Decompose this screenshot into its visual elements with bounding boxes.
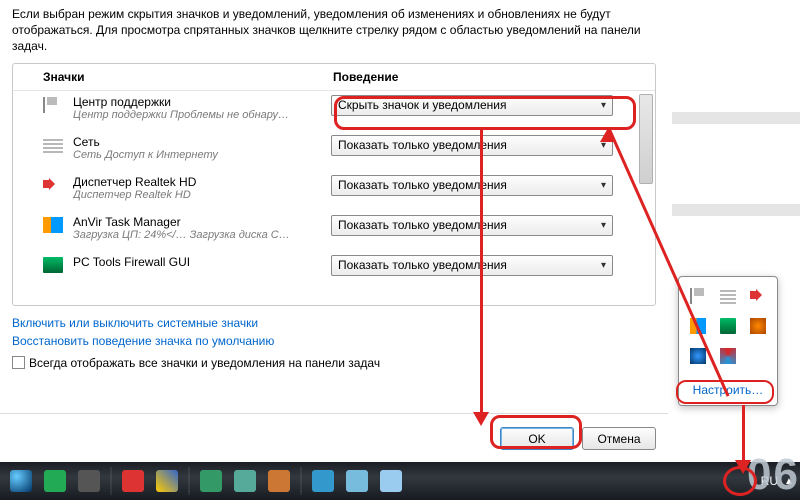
list-item: Сеть Сеть Доступ к Интернету Показать то… [13,131,655,171]
tray-anvir-icon[interactable] [690,318,706,334]
tray-icon[interactable] [750,318,766,334]
cancel-button[interactable]: Отмена [582,427,656,450]
always-show-label: Всегда отображать все значки и уведомлен… [29,356,380,370]
icons-list: Значки Поведение Центр поддержки Центр п… [12,63,656,306]
dropdown-value: Показать только уведомления [338,218,507,232]
always-show-checkbox[interactable] [12,356,25,369]
taskbar-icon[interactable] [122,470,144,492]
ok-label: OK [528,432,545,446]
intro-text: Если выбран режим скрытия значков и увед… [0,0,668,59]
taskbar-icon[interactable] [44,470,66,492]
taskbar-icon[interactable] [78,470,100,492]
taskbar-icon[interactable] [234,470,256,492]
tray-icon[interactable] [720,348,736,364]
toggle-system-icons-link[interactable]: Включить или выключить системные значки [12,316,258,330]
column-icons: Значки [43,70,333,84]
item-name: Центр поддержки [73,95,321,109]
item-name: AnVir Task Manager [73,215,321,229]
tray-volume-icon[interactable] [750,288,766,304]
taskbar: RU ▲ [0,462,800,500]
tray-icon[interactable] [690,348,706,364]
behavior-dropdown[interactable]: Показать только уведомления [331,255,613,276]
taskbar-separator [110,467,112,495]
scrollbar-thumb[interactable] [639,94,653,184]
restore-default-link[interactable]: Восстановить поведение значка по умолчан… [12,334,274,348]
behavior-dropdown[interactable]: Скрыть значок и уведомления [331,95,613,116]
annotation-arrow [742,405,745,465]
list-item: AnVir Task Manager Загрузка ЦП: 24%</… З… [13,211,655,251]
taskbar-icon[interactable] [268,470,290,492]
list-item: PC Tools Firewall GUI Показать только ув… [13,251,655,291]
item-sub: Загрузка ЦП: 24%</… Загрузка диска С… [73,229,321,241]
cancel-label: Отмена [597,432,640,446]
taskbar-icon[interactable] [156,470,178,492]
language-indicator[interactable]: RU [761,474,778,488]
customize-link[interactable]: Настроить… [685,381,771,399]
tray-firewall-icon[interactable] [720,318,736,334]
behavior-dropdown[interactable]: Показать только уведомления [331,135,613,156]
item-sub: Сеть Доступ к Интернету [73,149,321,161]
tray-network-icon[interactable] [720,288,736,304]
item-name: Диспетчер Realtek HD [73,175,321,189]
ok-button[interactable]: OK [500,427,574,450]
network-icon [43,137,63,153]
firewall-icon [43,257,63,273]
dropdown-value: Показать только уведомления [338,258,507,272]
item-name: PC Tools Firewall GUI [73,255,321,269]
item-name: Сеть [73,135,321,149]
taskbar-separator [300,467,302,495]
tray-action-center-icon[interactable] [690,288,706,304]
action-center-icon [43,97,63,113]
column-headers: Значки Поведение [13,64,655,91]
divider [0,413,668,414]
behavior-dropdown[interactable]: Показать только уведомления [331,175,613,196]
dropdown-value: Показать только уведомления [338,178,507,192]
column-behavior: Поведение [333,70,655,84]
behavior-dropdown[interactable]: Показать только уведомления [331,215,613,236]
item-sub: Центр поддержки Проблемы не обнару… [73,109,321,121]
taskbar-icon[interactable] [10,470,32,492]
decoration-band [672,112,800,124]
notification-icons-dialog: Если выбран режим скрытия значков и увед… [0,0,668,462]
tray-overflow-popup: Настроить… [678,276,778,406]
taskbar-app[interactable] [380,470,402,492]
taskbar-icon[interactable] [200,470,222,492]
list-item: Диспетчер Realtek HD Диспетчер Realtek H… [13,171,655,211]
taskbar-separator [188,467,190,495]
dropdown-value: Скрыть значок и уведомления [338,98,506,112]
taskbar-app[interactable] [346,470,368,492]
dropdown-value: Показать только уведомления [338,138,507,152]
anvir-icon [43,217,63,233]
taskbar-app[interactable] [312,470,334,492]
list-item: Центр поддержки Центр поддержки Проблемы… [13,91,655,131]
decoration-band [672,204,800,216]
volume-icon [43,177,63,193]
item-sub: Диспетчер Realtek HD [73,189,321,201]
tray-overflow-arrow[interactable]: ▲ [782,474,796,488]
